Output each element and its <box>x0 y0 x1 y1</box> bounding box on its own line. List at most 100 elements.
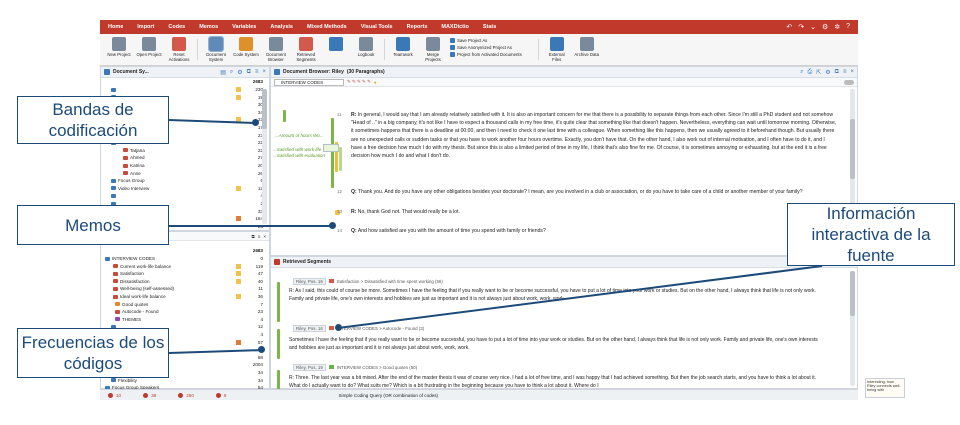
document-row[interactable]: 230 <box>101 86 269 93</box>
tab-stats[interactable]: Stats <box>483 24 496 30</box>
code-label[interactable]: ...Amount of hours Wo... <box>275 133 324 138</box>
coding-stripe[interactable] <box>283 110 286 122</box>
source-reference[interactable]: Riley, Pos. 19 <box>293 363 326 371</box>
code-row[interactable]: Good quotes 7 <box>101 301 269 308</box>
document-row[interactable]: 4 <box>101 192 269 199</box>
segment-text[interactable]: Sometimes I have the feeling that if you… <box>289 336 827 353</box>
source-info[interactable]: Riley, Pos. 19 INTERVIEW CODES > Good qu… <box>293 363 417 371</box>
document-scrollbar[interactable] <box>262 89 267 224</box>
close-icon[interactable]: × <box>262 69 266 76</box>
gear-icon[interactable]: ⚙ <box>237 69 242 76</box>
tab-import[interactable]: Import <box>137 24 154 30</box>
document-row[interactable]: Focus Group6 <box>101 177 269 184</box>
code-row[interactable]: Dissatisfaction 40 <box>101 278 269 285</box>
tab-visual-tools[interactable]: Visual Tools <box>361 24 393 30</box>
paragraph-12[interactable]: 12 Q: Thank you. And do you have any oth… <box>337 188 837 196</box>
code-label[interactable]: ...Satisfied with evaluation <box>273 153 325 158</box>
document-row[interactable]: Katrina 20 <box>101 162 269 169</box>
menu-icon[interactable]: ≡ <box>258 234 261 239</box>
query-mode[interactable]: Simple Coding Query (OR combination of c… <box>338 393 438 398</box>
undo-icon[interactable]: ↶ <box>786 23 792 31</box>
undock-icon[interactable]: ⧉ <box>835 69 839 76</box>
gear-icon[interactable]: ⚙ <box>822 23 828 31</box>
memo-icon[interactable] <box>236 278 241 284</box>
help-icon[interactable]: ? <box>846 23 850 31</box>
search-icon[interactable]: ⌕ <box>800 69 803 76</box>
toggle-switch[interactable] <box>844 79 854 85</box>
memo-icon[interactable] <box>236 185 241 191</box>
save-anonymized-item[interactable]: Save Anonymized Project As <box>450 45 522 50</box>
tab-variables[interactable]: Variables <box>232 24 256 30</box>
code-row[interactable]: INTERVIEW CODES 0 <box>101 255 269 262</box>
document-system-button[interactable]: Document System <box>203 36 229 62</box>
memo-icon[interactable] <box>236 216 241 222</box>
project-from-activated-item[interactable]: Project from Activated Documents <box>450 52 522 57</box>
tab-memos[interactable]: Memos <box>199 24 218 30</box>
emoticode-icon[interactable]: ● <box>374 80 377 85</box>
memo-icon[interactable] <box>236 294 241 299</box>
source-reference[interactable]: Riley, Pos. 16 <box>293 324 326 332</box>
print-icon[interactable]: ⎙ <box>807 69 812 76</box>
tab-reports[interactable]: Reports <box>407 24 428 30</box>
retrieved-segments-button[interactable]: Retrieved Segments <box>293 37 319 62</box>
open-project-button[interactable]: Open Project <box>136 37 162 62</box>
memo-icon[interactable] <box>236 339 241 345</box>
chevron-down-icon[interactable]: ⌄ <box>810 23 816 31</box>
segment-text[interactable]: R: As I said, this could of course be mo… <box>289 287 827 304</box>
new-project-button[interactable]: New Project <box>106 37 132 62</box>
merge-projects-button[interactable]: Merge Projects <box>420 37 446 62</box>
gear-icon[interactable]: ⚙ <box>825 69 830 76</box>
source-reference[interactable]: Riley, Pos. 16 <box>293 277 326 285</box>
close-icon[interactable]: × <box>850 69 854 76</box>
code-highlight-icon[interactable]: ✎ ✎ ✎ ✎ ✎ <box>347 79 371 85</box>
settings-icon[interactable]: ✲ <box>834 23 840 31</box>
menu-icon[interactable]: ≡ <box>255 69 259 76</box>
code-row[interactable]: Ideal work-life balance 36 <box>101 293 269 300</box>
search-icon[interactable]: ⌕ <box>230 69 233 76</box>
document-row[interactable]: Ahmed 27 <box>101 154 269 161</box>
save-project-as-item[interactable]: Save Project As <box>450 38 522 43</box>
paragraph-11[interactable]: 11 R: In general, I would say that I am … <box>337 111 837 160</box>
undock-icon[interactable]: ⧉ <box>252 234 255 239</box>
layout-grid-button[interactable] <box>323 37 349 62</box>
undock-icon[interactable]: ⧉ <box>247 69 251 76</box>
close-icon[interactable]: × <box>263 234 266 239</box>
code-row[interactable]: Autocode - Found 23 <box>101 308 269 315</box>
coding-stripe[interactable] <box>339 147 342 171</box>
retrieved-scrollbar[interactable] <box>850 271 855 386</box>
memo-preview[interactable]: Interesting, how Riley connects well-bei… <box>865 378 905 398</box>
code-system-button[interactable]: Code System <box>233 37 259 62</box>
memo-icon[interactable] <box>236 87 241 92</box>
tab-home[interactable]: Home <box>108 24 123 30</box>
redo-icon[interactable]: ↷ <box>798 23 804 31</box>
code-row[interactable]: THEMES 4 <box>101 316 269 323</box>
memo-icon[interactable] <box>236 263 241 269</box>
tab-mixed-methods[interactable]: Mixed Methods <box>307 24 347 30</box>
tab-codes[interactable]: Codes <box>168 24 185 30</box>
source-info[interactable]: Riley, Pos. 16 Satisfaction > Dissatisfi… <box>293 277 443 285</box>
code-filter-select[interactable]: INTERVIEW CODES <box>274 78 344 86</box>
segment-code-path[interactable]: Satisfaction > Dissatisfied with time sp… <box>337 279 443 284</box>
memo-icon[interactable] <box>236 271 241 277</box>
memo-icon[interactable] <box>236 94 241 100</box>
export-icon[interactable]: ⇱ <box>816 69 821 76</box>
new-document-icon[interactable]: ▤ <box>220 69 226 76</box>
tab-analysis[interactable]: Analysis <box>270 24 293 30</box>
external-files-button[interactable]: External Files <box>544 37 570 62</box>
reset-activations-button[interactable]: Reset Activations <box>166 37 192 62</box>
document-browser-button[interactable]: Document Browser <box>263 37 289 62</box>
document-row[interactable]: Video Interview 12 <box>101 185 269 192</box>
code-label[interactable]: ...Satisfied with work-life <box>273 147 321 152</box>
code-row[interactable]: Well-being (self-assessed) 11 <box>101 285 269 292</box>
code-count-box[interactable] <box>323 144 339 152</box>
segment-code-path[interactable]: INTERVIEW CODES > Good quotes (50) <box>337 365 417 370</box>
code-row[interactable]: Current work-life balance 119 <box>101 263 269 270</box>
teamwork-button[interactable]: Teamwork <box>390 37 416 62</box>
tab-maxdictio[interactable]: MAXDictio <box>441 24 469 30</box>
coding-stripe[interactable] <box>331 118 334 188</box>
document-row[interactable]: Anne 26 <box>101 170 269 177</box>
menu-icon[interactable]: ≡ <box>843 69 847 76</box>
paragraph-13[interactable]: 13 R: No, thank God not. That would real… <box>337 208 837 216</box>
code-row[interactable]: Satisfaction 47 <box>101 270 269 277</box>
paragraph-14[interactable]: 14 Q: And how satisfied are you with the… <box>337 227 837 235</box>
